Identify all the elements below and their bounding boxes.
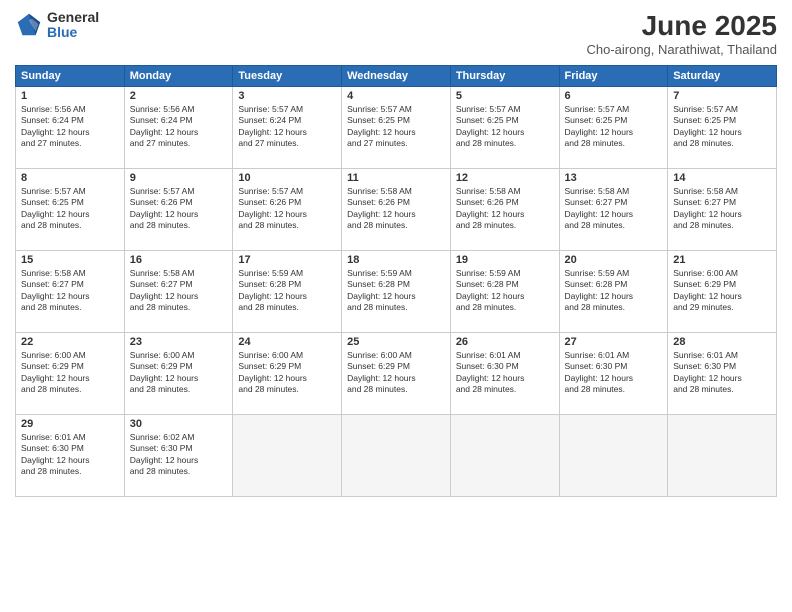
list-item: 15Sunrise: 5:58 AMSunset: 6:27 PMDayligh…: [16, 251, 125, 333]
table-row: 29Sunrise: 6:01 AMSunset: 6:30 PMDayligh…: [16, 415, 777, 497]
list-item: [559, 415, 668, 497]
list-item: 17Sunrise: 5:59 AMSunset: 6:28 PMDayligh…: [233, 251, 342, 333]
list-item: 25Sunrise: 6:00 AMSunset: 6:29 PMDayligh…: [342, 333, 451, 415]
calendar: Sunday Monday Tuesday Wednesday Thursday…: [15, 65, 777, 497]
list-item: 26Sunrise: 6:01 AMSunset: 6:30 PMDayligh…: [450, 333, 559, 415]
col-wednesday: Wednesday: [342, 66, 451, 87]
list-item: 19Sunrise: 5:59 AMSunset: 6:28 PMDayligh…: [450, 251, 559, 333]
list-item: 6Sunrise: 5:57 AMSunset: 6:25 PMDaylight…: [559, 87, 668, 169]
list-item: 2Sunrise: 5:56 AMSunset: 6:24 PMDaylight…: [124, 87, 233, 169]
header: General Blue June 2025 Cho-airong, Narat…: [15, 10, 777, 57]
title-block: June 2025 Cho-airong, Narathiwat, Thaila…: [586, 10, 777, 57]
col-thursday: Thursday: [450, 66, 559, 87]
list-item: [342, 415, 451, 497]
table-row: 15Sunrise: 5:58 AMSunset: 6:27 PMDayligh…: [16, 251, 777, 333]
col-saturday: Saturday: [668, 66, 777, 87]
logo-blue-text: Blue: [47, 25, 99, 40]
table-row: 1Sunrise: 5:56 AMSunset: 6:24 PMDaylight…: [16, 87, 777, 169]
list-item: 20Sunrise: 5:59 AMSunset: 6:28 PMDayligh…: [559, 251, 668, 333]
list-item: 22Sunrise: 6:00 AMSunset: 6:29 PMDayligh…: [16, 333, 125, 415]
list-item: 29Sunrise: 6:01 AMSunset: 6:30 PMDayligh…: [16, 415, 125, 497]
logo-text: General Blue: [47, 10, 99, 41]
list-item: 23Sunrise: 6:00 AMSunset: 6:29 PMDayligh…: [124, 333, 233, 415]
list-item: 5Sunrise: 5:57 AMSunset: 6:25 PMDaylight…: [450, 87, 559, 169]
calendar-header-row: Sunday Monday Tuesday Wednesday Thursday…: [16, 66, 777, 87]
list-item: [450, 415, 559, 497]
list-item: 30Sunrise: 6:02 AMSunset: 6:30 PMDayligh…: [124, 415, 233, 497]
col-tuesday: Tuesday: [233, 66, 342, 87]
list-item: 16Sunrise: 5:58 AMSunset: 6:27 PMDayligh…: [124, 251, 233, 333]
table-row: 22Sunrise: 6:00 AMSunset: 6:29 PMDayligh…: [16, 333, 777, 415]
col-monday: Monday: [124, 66, 233, 87]
list-item: 8Sunrise: 5:57 AMSunset: 6:25 PMDaylight…: [16, 169, 125, 251]
col-friday: Friday: [559, 66, 668, 87]
table-row: 8Sunrise: 5:57 AMSunset: 6:25 PMDaylight…: [16, 169, 777, 251]
main-title: June 2025: [586, 10, 777, 42]
col-sunday: Sunday: [16, 66, 125, 87]
list-item: 1Sunrise: 5:56 AMSunset: 6:24 PMDaylight…: [16, 87, 125, 169]
calendar-body: 1Sunrise: 5:56 AMSunset: 6:24 PMDaylight…: [16, 87, 777, 497]
list-item: 14Sunrise: 5:58 AMSunset: 6:27 PMDayligh…: [668, 169, 777, 251]
list-item: 12Sunrise: 5:58 AMSunset: 6:26 PMDayligh…: [450, 169, 559, 251]
list-item: 10Sunrise: 5:57 AMSunset: 6:26 PMDayligh…: [233, 169, 342, 251]
subtitle: Cho-airong, Narathiwat, Thailand: [586, 42, 777, 57]
list-item: 3Sunrise: 5:57 AMSunset: 6:24 PMDaylight…: [233, 87, 342, 169]
list-item: 11Sunrise: 5:58 AMSunset: 6:26 PMDayligh…: [342, 169, 451, 251]
list-item: 27Sunrise: 6:01 AMSunset: 6:30 PMDayligh…: [559, 333, 668, 415]
list-item: 4Sunrise: 5:57 AMSunset: 6:25 PMDaylight…: [342, 87, 451, 169]
list-item: 13Sunrise: 5:58 AMSunset: 6:27 PMDayligh…: [559, 169, 668, 251]
list-item: 24Sunrise: 6:00 AMSunset: 6:29 PMDayligh…: [233, 333, 342, 415]
logo-icon: [15, 11, 43, 39]
list-item: 7Sunrise: 5:57 AMSunset: 6:25 PMDaylight…: [668, 87, 777, 169]
list-item: 28Sunrise: 6:01 AMSunset: 6:30 PMDayligh…: [668, 333, 777, 415]
list-item: 18Sunrise: 5:59 AMSunset: 6:28 PMDayligh…: [342, 251, 451, 333]
list-item: [233, 415, 342, 497]
list-item: 9Sunrise: 5:57 AMSunset: 6:26 PMDaylight…: [124, 169, 233, 251]
logo-general-text: General: [47, 10, 99, 25]
page: General Blue June 2025 Cho-airong, Narat…: [0, 0, 792, 612]
list-item: [668, 415, 777, 497]
logo: General Blue: [15, 10, 99, 41]
list-item: 21Sunrise: 6:00 AMSunset: 6:29 PMDayligh…: [668, 251, 777, 333]
